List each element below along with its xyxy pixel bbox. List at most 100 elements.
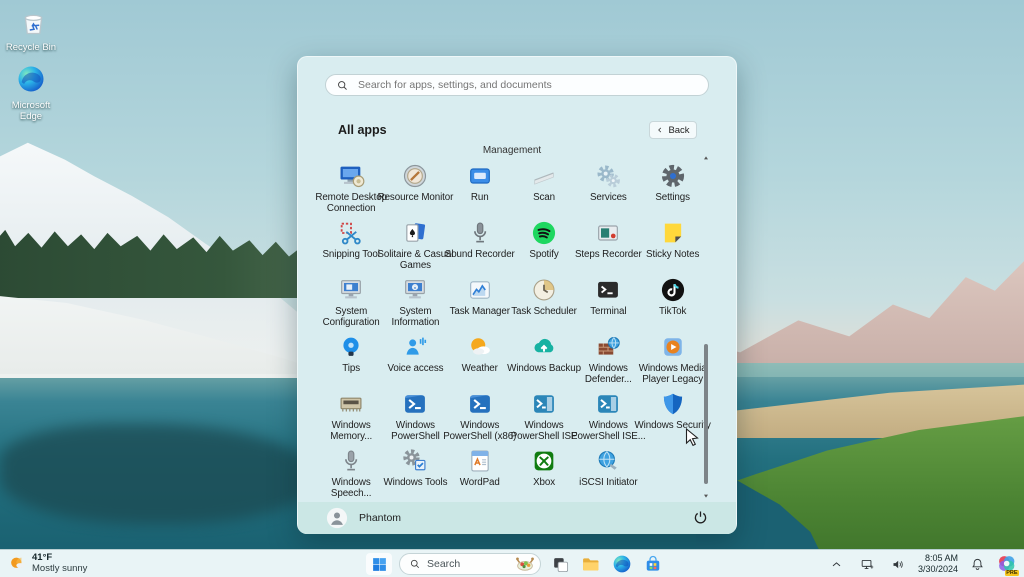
microsoft-store-button[interactable]	[641, 552, 665, 576]
taskbar-search[interactable]: Search	[399, 553, 541, 575]
app-tile[interactable]: Windows Speech...	[319, 444, 383, 501]
app-tile[interactable]: Remote Desktop Connection	[315, 159, 387, 216]
taskbar-search-label: Search	[427, 558, 461, 570]
edge-button[interactable]	[610, 552, 634, 576]
start-menu: All apps Back Management Remote Desktop …	[297, 56, 737, 534]
app-label: iSCSI Initiator	[579, 477, 638, 488]
app-tile[interactable]: Terminal	[576, 273, 640, 330]
terminal-icon	[594, 276, 622, 304]
taskbar-weather-widget[interactable]: 41°F Mostly sunny	[8, 552, 88, 575]
powershell-icon	[401, 390, 429, 418]
app-tile[interactable]: Run	[448, 159, 512, 216]
windows-tools-icon	[401, 447, 429, 475]
start-menu-footer: Phantom	[298, 502, 736, 534]
windows-memory-icon	[337, 390, 365, 418]
app-tile[interactable]: Windows Security	[635, 387, 711, 444]
network-icon[interactable]	[856, 552, 880, 576]
steps-recorder-icon	[594, 219, 622, 247]
volume-icon[interactable]	[887, 552, 911, 576]
search-icon	[336, 79, 349, 92]
app-tile[interactable]: Windows PowerShell ISE...	[571, 387, 646, 444]
app-tile[interactable]: Scan	[512, 159, 576, 216]
file-explorer-button[interactable]	[579, 552, 603, 576]
taskbar: 41°F Mostly sunny Search 8:05 AM 3/30/20…	[0, 549, 1024, 577]
app-tile[interactable]: Windows Media Player Legacy	[639, 330, 707, 387]
recycle-bin-icon	[16, 6, 46, 41]
app-tile[interactable]: Voice access	[383, 330, 447, 387]
app-label: Sticky Notes	[646, 249, 700, 260]
windows-defender-icon	[594, 333, 622, 361]
app-tile[interactable]: Tips	[319, 330, 383, 387]
spotify-icon	[530, 219, 558, 247]
search-input[interactable]	[356, 78, 698, 92]
app-tile[interactable]: Resource Monitor	[378, 159, 453, 216]
app-tile[interactable]: Windows PowerShell	[383, 387, 447, 444]
app-tile[interactable]: System Information	[383, 273, 447, 330]
notifications-button[interactable]	[965, 552, 989, 576]
desktop: Recycle Bin Microsoft Edge All apps Back…	[0, 0, 1024, 577]
powershell-icon	[466, 390, 494, 418]
task-scheduler-icon	[530, 276, 558, 304]
app-tile[interactable]: Windows Defender...	[576, 330, 640, 387]
services-icon	[594, 162, 622, 190]
weather-condition: Mostly sunny	[32, 562, 88, 574]
copilot-preview-badge: PRE	[1004, 570, 1019, 576]
all-apps-title: All apps	[338, 123, 387, 137]
media-player-icon	[659, 333, 687, 361]
system-configuration-icon	[337, 276, 365, 304]
task-view-button[interactable]	[548, 552, 572, 576]
app-tile[interactable]: Solitaire & Casual Games	[377, 216, 454, 273]
sound-recorder-icon	[466, 219, 494, 247]
app-tile[interactable]: Xbox	[512, 444, 576, 501]
user-profile-button[interactable]: Phantom	[326, 507, 401, 529]
app-tile[interactable]: Windows PowerShell (x86)	[443, 387, 516, 444]
app-tile[interactable]: WordPad	[448, 444, 512, 501]
weather-icon	[466, 333, 494, 361]
desktop-icon-microsoft-edge[interactable]: Microsoft Edge	[0, 64, 62, 123]
run-icon	[466, 162, 494, 190]
app-tile[interactable]: Spotify	[512, 216, 576, 273]
app-tile[interactable]: Task Scheduler	[511, 273, 577, 330]
app-list-scrollbar[interactable]	[702, 149, 710, 498]
scan-icon	[530, 162, 558, 190]
start-menu-search[interactable]	[325, 74, 709, 96]
powershell-ise-icon	[594, 390, 622, 418]
scrollbar-thumb[interactable]	[704, 344, 708, 484]
app-tile[interactable]: Sticky Notes	[640, 216, 704, 273]
remote-desktop-icon	[337, 162, 365, 190]
app-tile[interactable]: Sound Recorder	[445, 216, 515, 273]
app-tile[interactable]: Windows Memory...	[319, 387, 383, 444]
app-tile[interactable]: Snipping Tool	[319, 216, 383, 273]
tray-overflow-button[interactable]	[825, 552, 849, 576]
app-tile[interactable]: Settings	[640, 159, 704, 216]
desktop-icon-label: Microsoft Edge	[11, 100, 51, 122]
start-button[interactable]	[366, 553, 392, 575]
power-button[interactable]	[692, 509, 710, 527]
app-tile[interactable]: System Configuration	[319, 273, 383, 330]
copilot-button[interactable]: PRE	[996, 553, 1019, 576]
wordpad-icon	[466, 447, 494, 475]
app-tile[interactable]: TikTok	[640, 273, 704, 330]
clock[interactable]: 8:05 AM 3/30/2024	[918, 553, 958, 576]
user-name: Phantom	[359, 512, 402, 524]
task-manager-icon	[466, 276, 494, 304]
app-tile[interactable]: Windows Backup	[507, 330, 581, 387]
app-tile[interactable]: Windows PowerShell ISE	[511, 387, 577, 444]
chevron-left-icon	[656, 126, 664, 134]
app-tile[interactable]: Windows Tools	[383, 444, 447, 501]
scroll-up-icon[interactable]	[702, 149, 710, 160]
system-information-icon	[401, 276, 429, 304]
solitaire-icon	[401, 219, 429, 247]
desktop-icon-recycle-bin[interactable]: Recycle Bin	[0, 6, 62, 54]
app-tile[interactable]: iSCSI Initiator	[576, 444, 640, 501]
sticky-notes-icon	[659, 219, 687, 247]
scroll-down-icon[interactable]	[702, 487, 710, 498]
powershell-ise-icon	[530, 390, 558, 418]
app-tile[interactable]: Services	[576, 159, 640, 216]
app-tile[interactable]: Task Manager	[448, 273, 512, 330]
back-button[interactable]: Back	[649, 121, 697, 139]
app-tile[interactable]: Weather	[448, 330, 512, 387]
clock-date: 3/30/2024	[917, 564, 958, 574]
app-tile[interactable]: Steps Recorder	[575, 216, 642, 273]
section-header-management: Management	[482, 145, 542, 156]
